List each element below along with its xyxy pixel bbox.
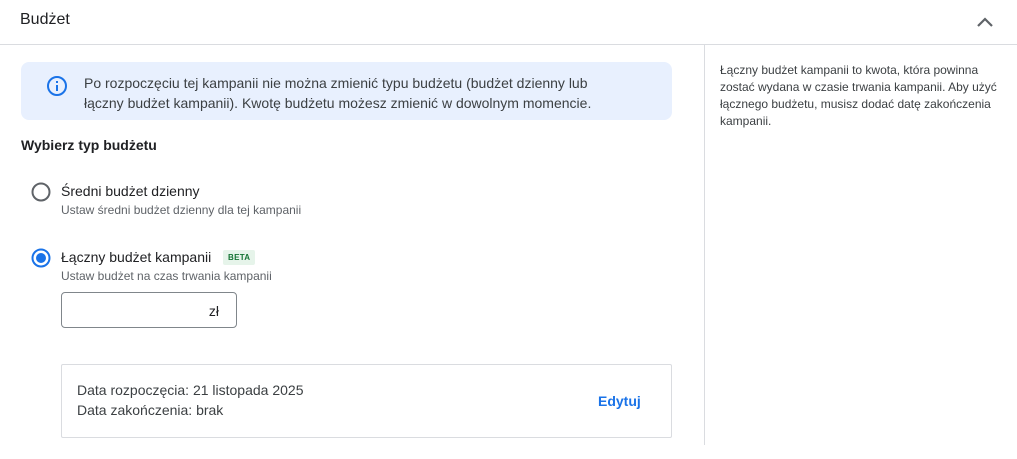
radio-daily-budget-label[interactable]: Średni budżet dzienny [61,183,200,199]
radio-total-budget-label[interactable]: Łączny budżet kampanii [61,249,211,265]
budget-amount-field[interactable]: zł [61,292,237,328]
edit-dates-link[interactable]: Edytuj [598,393,641,409]
campaign-dates-box: Data rozpoczęcia: 21 listopada 2025 Data… [61,364,672,438]
radio-total-budget-description: Ustaw budżet na czas trwania kampanii [61,269,272,283]
chevron-up-icon [977,17,993,27]
currency-suffix: zł [208,303,219,319]
radio-daily-budget[interactable] [31,182,51,202]
side-help-text: Łączny budżet kampanii to kwota, która p… [720,63,997,128]
collapse-button[interactable] [972,9,998,35]
budget-type-label: Wybierz typ budżetu [21,137,157,153]
info-text-line1: Po rozpoczęciu tej kampanii nie można zm… [84,75,588,91]
info-banner: Po rozpoczęciu tej kampanii nie można zm… [21,62,672,120]
info-icon [47,76,67,96]
section-header: Budżet [0,0,1017,45]
vertical-divider [704,45,705,445]
radio-daily-budget-description: Ustaw średni budżet dzienny dla tej kamp… [61,203,302,217]
budget-amount-input[interactable] [70,299,204,323]
start-date: Data rozpoczęcia: 21 listopada 2025 [77,382,304,398]
info-text-line2: łączny budżet kampanii). Kwotę budżetu m… [84,95,592,111]
beta-badge: BETA [223,250,256,265]
radio-total-budget[interactable] [31,248,51,268]
info-text: Po rozpoczęciu tej kampanii nie można zm… [84,73,644,113]
end-date: Data zakończenia: brak [77,402,224,418]
section-title: Budżet [20,11,70,28]
